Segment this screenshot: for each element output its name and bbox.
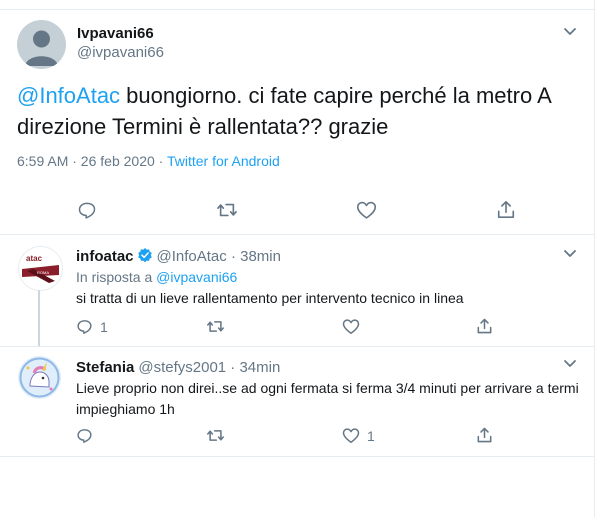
like-button[interactable] <box>356 200 377 220</box>
avatar[interactable] <box>17 20 66 69</box>
default-avatar-icon <box>25 30 58 66</box>
reply-count: 1 <box>100 318 108 335</box>
like-count: 1 <box>367 427 375 444</box>
reply-icon <box>77 320 92 334</box>
thread-connector <box>38 290 40 346</box>
reply-header: infoatac @InfoAtac · 38min <box>76 247 281 267</box>
chevron-down-icon[interactable] <box>563 249 577 259</box>
mention-link[interactable]: @InfoAtac <box>17 83 120 108</box>
share-button[interactable] <box>496 199 516 220</box>
reply-text: Lieve proprio non direi..se ad ogni ferm… <box>76 380 579 417</box>
retweet-icon <box>206 430 224 441</box>
retweet-icon <box>217 203 237 217</box>
avatar[interactable]: atac ROMA <box>18 246 63 291</box>
mention-link[interactable]: @ivpavani66 <box>156 269 237 285</box>
like-button[interactable] <box>342 318 360 335</box>
chevron-down-icon[interactable] <box>563 27 577 37</box>
verified-badge-icon <box>137 247 153 267</box>
avatar[interactable] <box>18 356 61 399</box>
svg-text:atac: atac <box>26 254 43 263</box>
like-icon <box>342 319 360 334</box>
reply-icon <box>77 429 92 443</box>
reply-button[interactable] <box>77 200 97 220</box>
reply-button[interactable]: 1 <box>76 318 108 335</box>
unicorn-avatar-image <box>18 356 61 399</box>
user-handle[interactable]: @InfoAtac · 38min <box>157 248 281 265</box>
retweet-icon <box>206 321 224 332</box>
like-button[interactable]: 1 <box>342 427 375 444</box>
svg-text:ROMA: ROMA <box>37 270 49 275</box>
tweet-text: @InfoAtac buongiorno. ci fate capire per… <box>17 80 587 142</box>
tweet-thread-panel: Ivpavani66 @ivpavani66 @InfoAtac buongio… <box>0 0 595 517</box>
divider <box>0 346 594 347</box>
like-icon <box>342 428 360 443</box>
retweet-button[interactable] <box>206 427 225 444</box>
retweet-button[interactable] <box>216 200 238 220</box>
main-tweet: Ivpavani66 @ivpavani66 @InfoAtac buongio… <box>0 10 594 235</box>
share-icon <box>477 427 492 443</box>
share-button[interactable] <box>476 317 493 335</box>
display-name[interactable]: infoatac <box>76 248 134 265</box>
divider <box>0 456 594 457</box>
previous-item-edge <box>0 0 594 10</box>
source-link[interactable]: Twitter for Android <box>167 153 280 169</box>
tweet-meta: 6:59 AM · 26 feb 2020 · Twitter for Andr… <box>17 153 280 169</box>
user-handle[interactable]: @ivpavani66 <box>77 44 164 61</box>
chevron-down-icon[interactable] <box>563 359 577 369</box>
reply-header: Stefania @stefys2001 · 34min <box>76 359 280 376</box>
retweet-button[interactable] <box>206 318 225 335</box>
user-handle[interactable]: @stefys2001 · 34min <box>138 359 280 376</box>
timestamp[interactable]: 6:59 AM · 26 feb 2020 · <box>17 153 167 169</box>
in-reply-to: In risposta a @ivpavani66 <box>76 269 237 285</box>
share-icon <box>477 318 492 334</box>
reply-button[interactable] <box>76 427 100 444</box>
share-button[interactable] <box>476 426 493 444</box>
display-name[interactable]: Ivpavani66 <box>77 25 154 42</box>
like-icon <box>356 201 377 219</box>
reply-icon <box>78 202 96 219</box>
atac-logo: atac ROMA <box>19 247 62 290</box>
share-icon <box>497 200 515 219</box>
display-name[interactable]: Stefania <box>76 359 134 376</box>
in-reply-label: In risposta a <box>76 269 157 285</box>
reply-text: si tratta di un lieve rallentamento per … <box>76 290 464 306</box>
